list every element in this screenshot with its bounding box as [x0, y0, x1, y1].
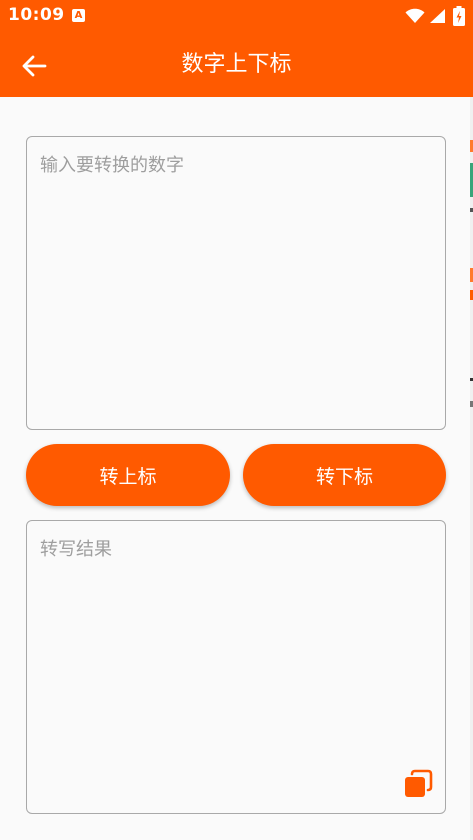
status-bar: 10:09 A [0, 0, 473, 32]
battery-icon [453, 6, 465, 30]
subscript-button[interactable]: 转下标 [243, 444, 446, 506]
copy-button[interactable] [403, 769, 433, 799]
copy-icon [403, 769, 433, 803]
superscript-button[interactable]: 转上标 [26, 444, 230, 506]
number-input[interactable] [27, 137, 445, 429]
wifi-icon [405, 8, 425, 28]
result-box [26, 520, 446, 814]
superscript-button-label: 转上标 [99, 465, 157, 488]
subscript-button-label: 转下标 [315, 465, 373, 488]
signal-icon [429, 8, 446, 28]
notification-icon: A [72, 9, 85, 22]
result-output[interactable] [27, 521, 445, 813]
number-input-box [26, 136, 446, 430]
status-time: 10:09 [8, 5, 65, 25]
page-title: 数字上下标 [181, 52, 292, 77]
